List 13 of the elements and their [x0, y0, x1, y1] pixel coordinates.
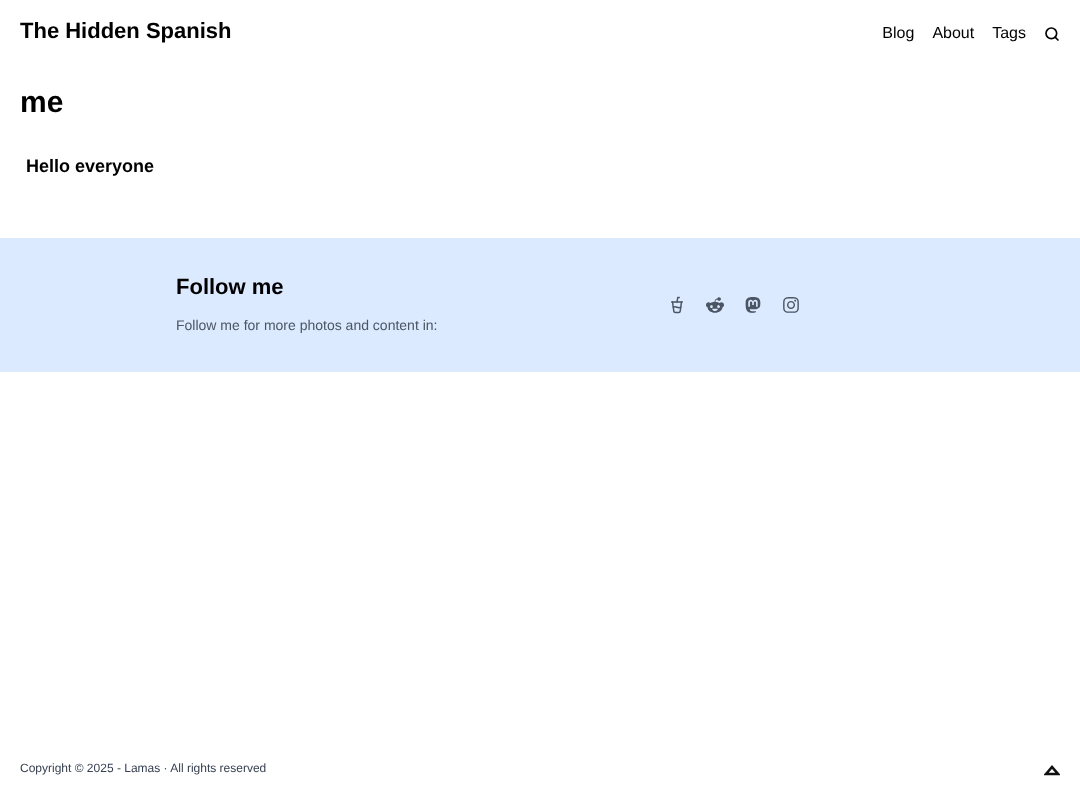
page-title: me	[18, 84, 66, 124]
intro-text: Hello everyone	[24, 153, 157, 180]
nav-link[interactable]: About	[932, 21, 975, 45]
follow-heading: Follow me	[176, 274, 286, 304]
nav-link[interactable]: Tags	[992, 21, 1026, 45]
back-to-top-icon[interactable]	[1044, 764, 1060, 776]
camera-icon[interactable]	[782, 296, 800, 314]
nav-link[interactable]: Blog	[882, 21, 915, 45]
site-title[interactable]: The Hidden Spanish	[20, 16, 232, 50]
cup-icon[interactable]	[668, 296, 686, 314]
alien-head-icon[interactable]	[706, 296, 724, 314]
search-icon[interactable]	[1044, 25, 1060, 41]
speech-bubble-icon[interactable]	[744, 296, 762, 314]
